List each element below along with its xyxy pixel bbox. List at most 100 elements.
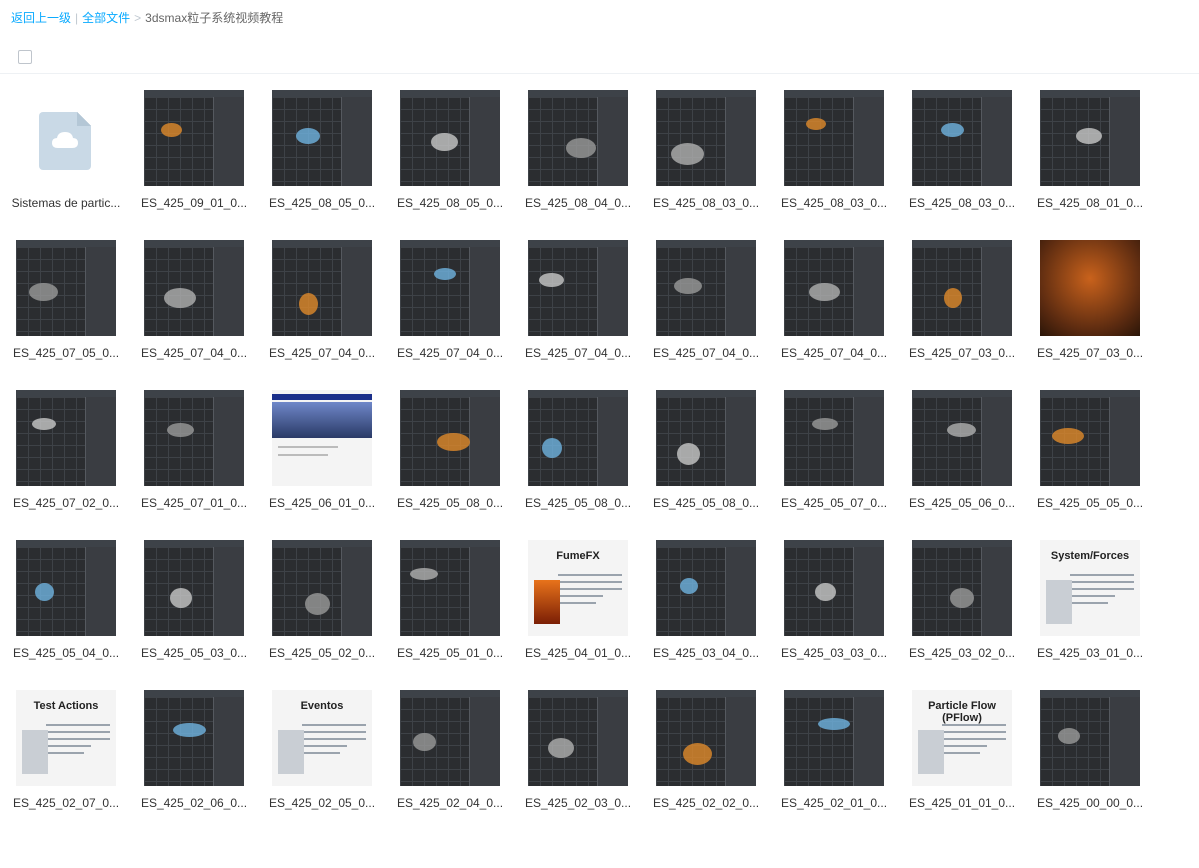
file-name[interactable]: ES_425_05_06_0... [902,496,1022,510]
file-name[interactable]: Sistemas de partic... [6,196,126,210]
file-item[interactable]: ES_425_02_06_0... [134,688,254,823]
file-name[interactable]: ES_425_01_01_0... [902,796,1022,810]
file-name[interactable]: ES_425_02_01_0... [774,796,894,810]
file-name[interactable]: ES_425_07_02_0... [6,496,126,510]
file-name[interactable]: ES_425_03_01_0... [1030,646,1150,660]
file-name[interactable]: ES_425_05_08_0... [390,496,510,510]
file-name[interactable]: ES_425_05_08_0... [646,496,766,510]
breadcrumb-separator: | [75,11,79,25]
file-name[interactable]: ES_425_02_05_0... [262,796,382,810]
file-item[interactable]: ES_425_05_08_0... [390,388,510,523]
select-all-checkbox[interactable] [18,50,32,64]
file-item[interactable]: ES_425_07_04_0... [774,238,894,373]
file-item[interactable]: ES_425_02_02_0... [646,688,766,823]
file-name[interactable]: ES_425_02_06_0... [134,796,254,810]
file-name[interactable]: ES_425_07_04_0... [390,346,510,360]
file-name[interactable]: ES_425_02_02_0... [646,796,766,810]
file-item[interactable]: ES_425_07_04_0... [134,238,254,373]
file-item[interactable]: ES_425_03_02_0... [902,538,1022,673]
file-name[interactable]: ES_425_00_00_0... [1030,796,1150,810]
file-name[interactable]: ES_425_06_01_0... [262,496,382,510]
file-item[interactable]: ES_425_05_02_0... [262,538,382,673]
file-item[interactable]: ES_425_08_03_0... [902,88,1022,223]
file-name[interactable]: ES_425_02_07_0... [6,796,126,810]
file-item[interactable]: ES_425_06_01_0... [262,388,382,523]
file-item[interactable]: ES_425_03_04_0... [646,538,766,673]
video-thumbnail [784,540,884,636]
file-name[interactable]: ES_425_05_02_0... [262,646,382,660]
file-name[interactable]: ES_425_08_05_0... [390,196,510,210]
file-item[interactable]: ES_425_05_07_0... [774,388,894,523]
file-item[interactable]: Particle Flow (PFlow) ES_425_01_01_0... [902,688,1022,823]
file-item[interactable]: ES_425_05_08_0... [518,388,638,523]
all-files-link[interactable]: 全部文件 [82,11,130,25]
file-name[interactable]: ES_425_05_04_0... [6,646,126,660]
file-item[interactable]: ES_425_05_03_0... [134,538,254,673]
file-item[interactable]: ES_425_07_04_0... [390,238,510,373]
file-name[interactable]: ES_425_05_07_0... [774,496,894,510]
file-name[interactable]: ES_425_07_04_0... [262,346,382,360]
file-item[interactable]: ES_425_07_02_0... [6,388,126,523]
file-name[interactable]: ES_425_05_05_0... [1030,496,1150,510]
file-name[interactable]: ES_425_07_03_0... [1030,346,1150,360]
file-name[interactable]: ES_425_08_03_0... [902,196,1022,210]
file-item[interactable]: ES_425_02_03_0... [518,688,638,823]
file-item[interactable]: ES_425_07_04_0... [646,238,766,373]
file-item[interactable]: Eventos ES_425_02_05_0... [262,688,382,823]
file-item[interactable]: ES_425_07_05_0... [6,238,126,373]
file-name[interactable]: ES_425_08_04_0... [518,196,638,210]
file-name[interactable]: ES_425_02_04_0... [390,796,510,810]
file-name[interactable]: ES_425_08_05_0... [262,196,382,210]
file-item[interactable]: ES_425_02_01_0... [774,688,894,823]
file-name[interactable]: ES_425_07_04_0... [134,346,254,360]
file-name[interactable]: ES_425_07_01_0... [134,496,254,510]
file-name[interactable]: ES_425_03_04_0... [646,646,766,660]
file-item[interactable]: ES_425_07_04_0... [518,238,638,373]
file-name[interactable]: ES_425_08_03_0... [646,196,766,210]
file-item[interactable]: ES_425_07_03_0... [1030,238,1150,373]
file-item[interactable]: ES_425_07_04_0... [262,238,382,373]
file-name[interactable]: ES_425_08_01_0... [1030,196,1150,210]
file-item[interactable]: ES_425_08_03_0... [646,88,766,223]
file-name[interactable]: ES_425_05_03_0... [134,646,254,660]
file-item[interactable]: ES_425_05_06_0... [902,388,1022,523]
file-item[interactable]: ES_425_05_04_0... [6,538,126,673]
file-item[interactable]: ES_425_08_05_0... [390,88,510,223]
file-name[interactable]: ES_425_08_03_0... [774,196,894,210]
file-item[interactable]: ES_425_08_03_0... [774,88,894,223]
file-name[interactable]: ES_425_07_04_0... [646,346,766,360]
folder-item[interactable]: Sistemas de partic... [6,88,126,223]
file-name[interactable]: ES_425_02_03_0... [518,796,638,810]
file-name[interactable]: ES_425_05_01_0... [390,646,510,660]
file-item[interactable]: ES_425_05_01_0... [390,538,510,673]
video-thumbnail [1040,240,1140,336]
file-name[interactable]: ES_425_03_03_0... [774,646,894,660]
file-name[interactable]: ES_425_07_04_0... [774,346,894,360]
file-name[interactable]: ES_425_09_01_0... [134,196,254,210]
file-item[interactable]: ES_425_02_04_0... [390,688,510,823]
file-name[interactable]: ES_425_07_04_0... [518,346,638,360]
file-item[interactable]: FumeFX ES_425_04_01_0... [518,538,638,673]
file-item[interactable]: ES_425_08_01_0... [1030,88,1150,223]
back-link[interactable]: 返回上一级 [11,11,71,25]
file-item[interactable]: ES_425_05_08_0... [646,388,766,523]
file-item[interactable]: ES_425_08_05_0... [262,88,382,223]
file-item[interactable]: ES_425_00_00_0... [1030,688,1150,823]
file-item[interactable]: ES_425_09_01_0... [134,88,254,223]
file-item[interactable]: ES_425_03_03_0... [774,538,894,673]
file-name[interactable]: ES_425_07_03_0... [902,346,1022,360]
video-thumbnail [16,540,116,636]
video-thumbnail [656,540,756,636]
file-name[interactable]: ES_425_05_08_0... [518,496,638,510]
file-item[interactable]: System/Forces ES_425_03_01_0... [1030,538,1150,673]
file-item[interactable]: ES_425_07_03_0... [902,238,1022,373]
file-name[interactable]: ES_425_04_01_0... [518,646,638,660]
file-name[interactable]: ES_425_03_02_0... [902,646,1022,660]
video-thumbnail [912,240,1012,336]
video-thumbnail [784,690,884,786]
file-item[interactable]: ES_425_07_01_0... [134,388,254,523]
file-item[interactable]: ES_425_08_04_0... [518,88,638,223]
file-name[interactable]: ES_425_07_05_0... [6,346,126,360]
file-item[interactable]: Test Actions ES_425_02_07_0... [6,688,126,823]
file-item[interactable]: ES_425_05_05_0... [1030,388,1150,523]
